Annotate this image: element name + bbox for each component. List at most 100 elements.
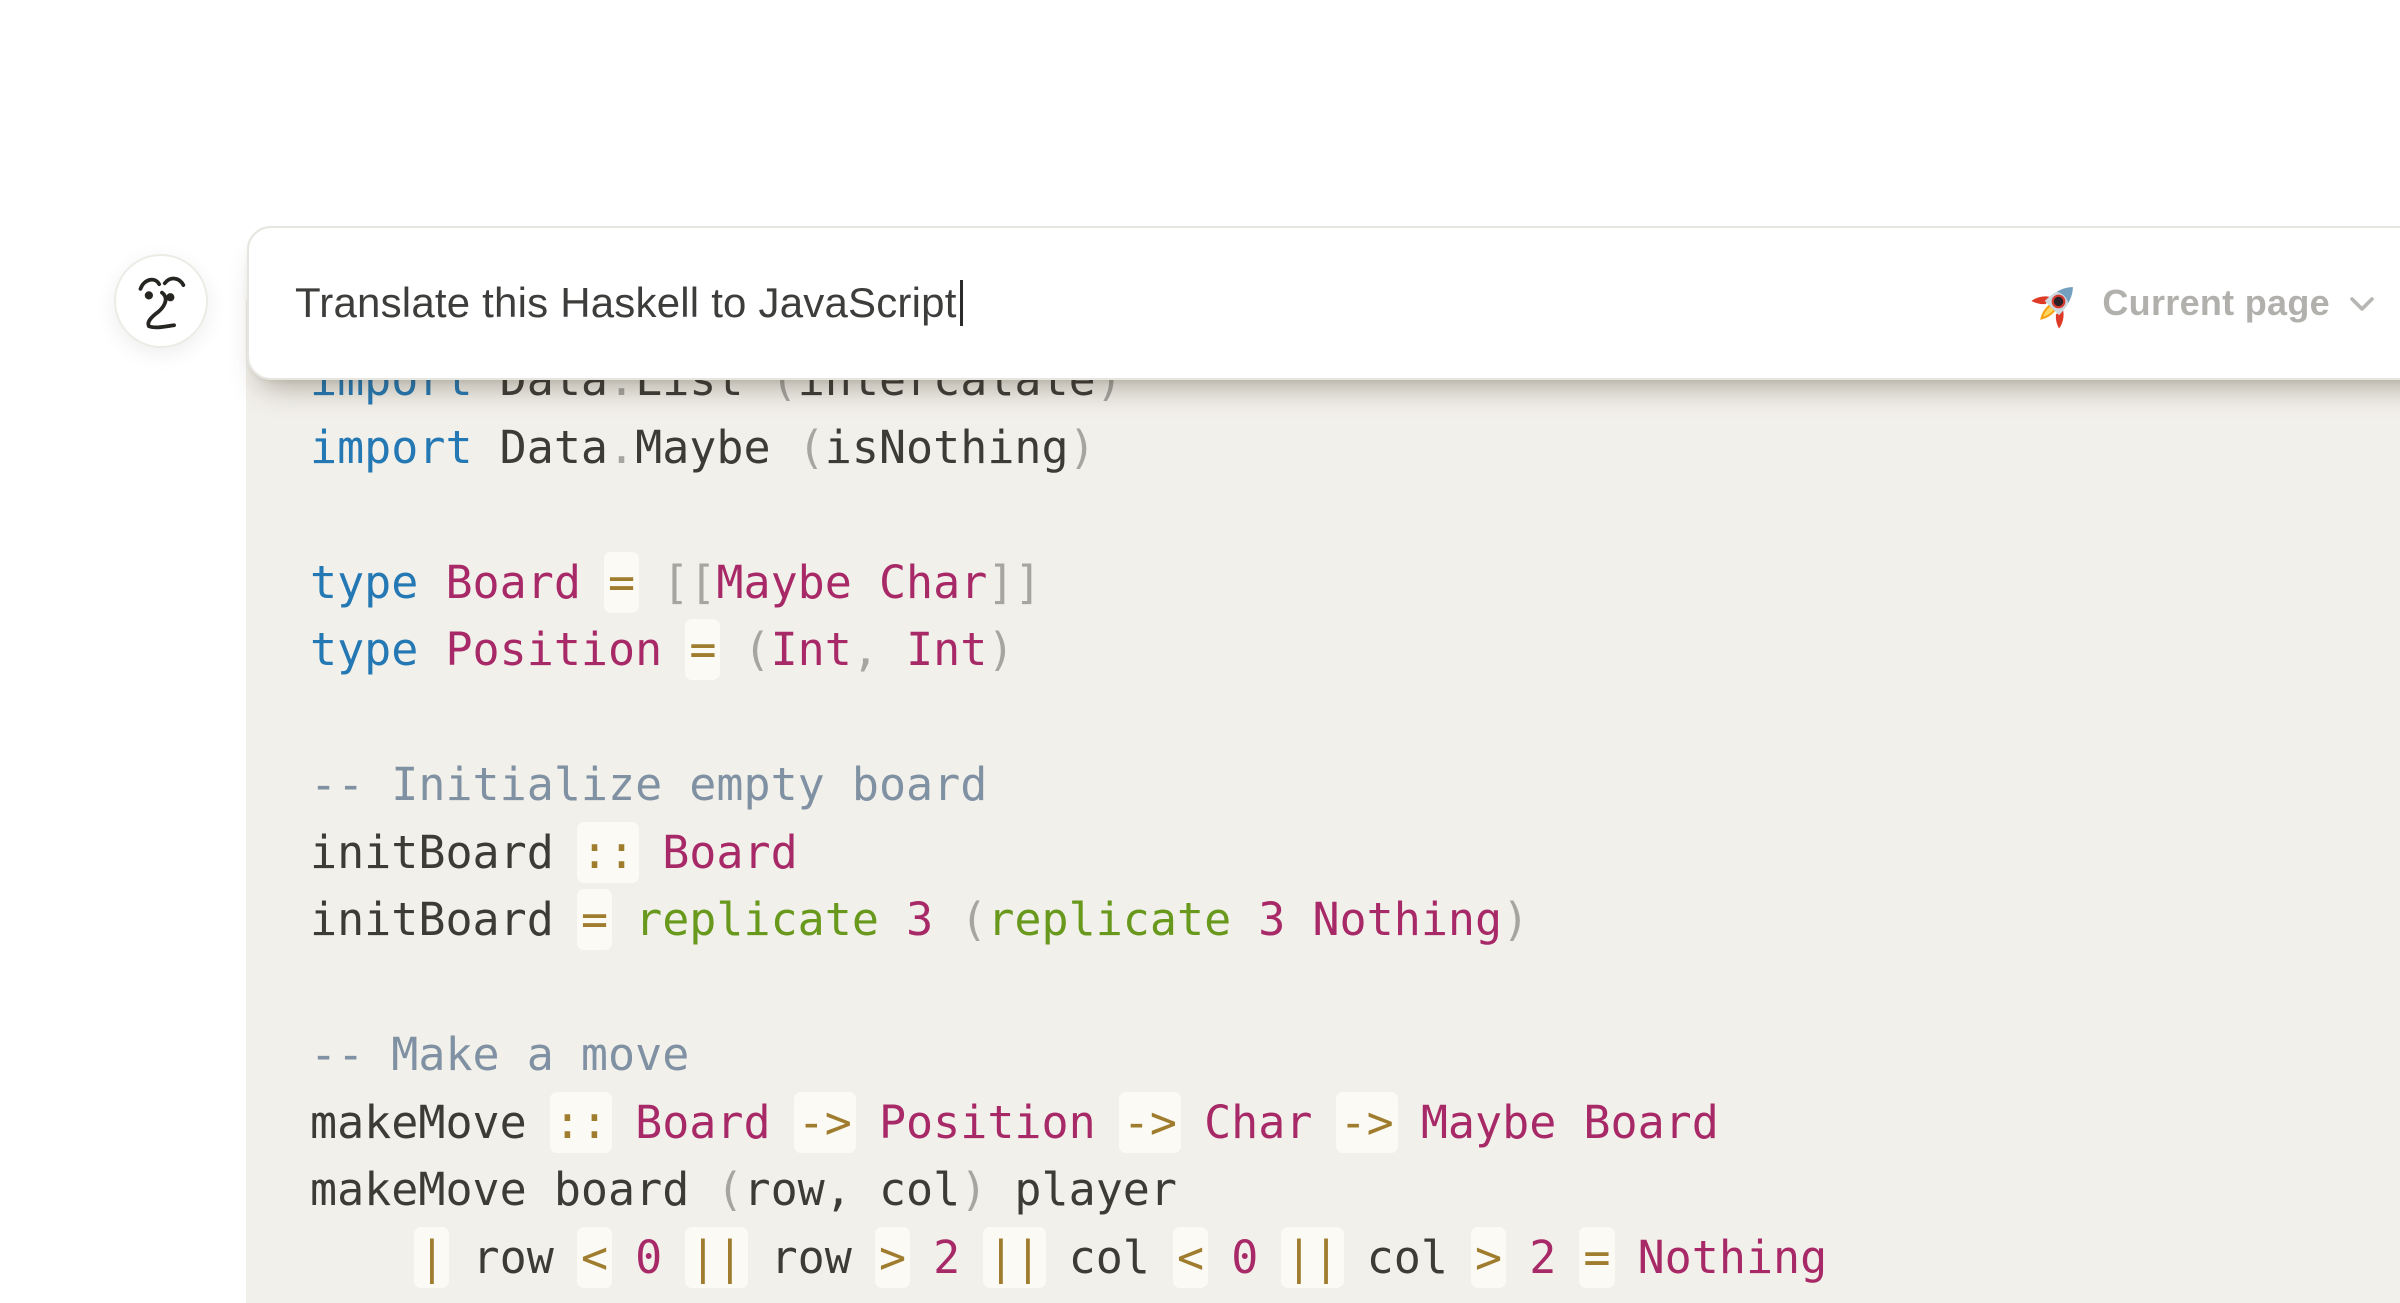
code-token-plain (1285, 893, 1312, 946)
code-token-plain (716, 623, 743, 676)
code-token-punc: ]] (987, 556, 1041, 609)
code-token-plain: Maybe (635, 421, 770, 474)
code-token-op: = (608, 556, 635, 609)
code-token-plain (879, 623, 906, 676)
code-token-punc: , (852, 623, 879, 676)
code-token-plain (608, 893, 635, 946)
code-token-op: = (689, 623, 716, 676)
code-token-plain (960, 1231, 987, 1284)
code-token-punc: ( (798, 421, 825, 474)
code-token-plain (1611, 1231, 1638, 1284)
code-token-punc: ( (716, 1163, 743, 1216)
code-token-plain (608, 1231, 635, 1284)
code-token-punc: . (608, 421, 635, 474)
code-token-punc: ) (1069, 421, 1096, 474)
code-token-plain: row (445, 1231, 580, 1284)
code-token-type: Position (445, 623, 662, 676)
rocket-icon (2031, 277, 2083, 329)
code-token-plain: player (987, 1163, 1177, 1216)
code-token-kw: type (310, 623, 418, 676)
code-token-plain (771, 1096, 798, 1149)
code-line: -- Make a move (310, 1021, 1827, 1089)
code-token-type: Int (771, 623, 852, 676)
code-token-plain (906, 1231, 933, 1284)
code-token-op: || (1285, 1231, 1339, 1284)
code-line: -- Initialize empty board (310, 751, 1827, 819)
scope-selector[interactable]: Current page (2031, 228, 2375, 378)
code-token-plain (1096, 1096, 1123, 1149)
code-line: import Data.Maybe (isNothing) (310, 414, 1827, 482)
code-token-op: || (987, 1231, 1041, 1284)
chevron-down-icon (2349, 296, 2375, 314)
code-token-plain (1312, 1096, 1339, 1149)
code-token-op: = (1583, 1231, 1610, 1284)
code-token-type: Board (635, 1096, 770, 1149)
code-token-num: 0 (1231, 1231, 1258, 1284)
code-token-plain: row, col (743, 1163, 960, 1216)
code-token-num: 0 (635, 1231, 662, 1284)
code-token-plain (418, 623, 445, 676)
code-token-plain (1204, 1231, 1231, 1284)
code-line: type Position = (Int, Int) (310, 616, 1827, 684)
code-token-type: Char (1204, 1096, 1312, 1149)
code-token-op: > (879, 1231, 906, 1284)
code-token-type: Nothing (1638, 1231, 1828, 1284)
code-token-plain (581, 556, 608, 609)
code-line: makeMove :: Board -> Position -> Char ->… (310, 1089, 1827, 1157)
code-line: makeMove board (row, col) player (310, 1156, 1827, 1224)
code-token-plain: initBoard (310, 826, 554, 879)
code-token-fn: replicate (635, 893, 879, 946)
code-token-plain (635, 826, 662, 879)
code-token-plain (1556, 1231, 1583, 1284)
code-token-kw: type (310, 556, 418, 609)
code-token-plain (473, 421, 500, 474)
code-token-comment: -- Make a move (310, 1028, 689, 1081)
code-token-plain: makeMove (310, 1096, 527, 1149)
code-token-num: 3 (906, 893, 933, 946)
code-token-plain (527, 1096, 554, 1149)
page: import Data.List (intercalate)import Dat… (0, 0, 2400, 1303)
code-token-plain (635, 556, 662, 609)
code-token-plain (310, 1231, 418, 1284)
code-token-op: -> (1340, 1096, 1394, 1149)
code-token-plain (879, 893, 906, 946)
doodle-face-icon (133, 271, 189, 331)
code-token-punc: [[ (662, 556, 716, 609)
scope-label: Current page (2102, 282, 2330, 324)
code-editor-pane[interactable]: import Data.List (intercalate)import Dat… (246, 300, 2400, 1303)
code-line (310, 954, 1827, 1022)
text-cursor-icon (960, 280, 963, 326)
code-token-plain (1231, 893, 1258, 946)
ai-prompt-bar: Translate this Haskell to JavaScript Cur… (247, 226, 2400, 380)
code-token-punc: ) (960, 1163, 987, 1216)
code-token-op: < (1177, 1231, 1204, 1284)
code-token-op: = (581, 893, 608, 946)
code-token-type: Board (1583, 1096, 1718, 1149)
code-token-plain: makeMove board (310, 1163, 716, 1216)
code-line (310, 684, 1827, 752)
code-token-plain (1258, 1231, 1285, 1284)
code-token-plain (662, 1231, 689, 1284)
code-token-num: 3 (1258, 893, 1285, 946)
code-token-type: Position (879, 1096, 1096, 1149)
code-token-plain (418, 556, 445, 609)
code-token-plain (1502, 1231, 1529, 1284)
code-token-type: Board (662, 826, 797, 879)
code-token-op: || (689, 1231, 743, 1284)
code-token-type: Nothing (1312, 893, 1502, 946)
prompt-input[interactable]: Translate this Haskell to JavaScript (295, 279, 963, 327)
code-token-plain: row (744, 1231, 879, 1284)
code-token-comment: -- Initialize empty board (310, 758, 987, 811)
code-token-type: Board (445, 556, 580, 609)
code-token-op: -> (798, 1096, 852, 1149)
code-token-punc: ( (744, 623, 771, 676)
code-line: initBoard :: Board (310, 819, 1827, 887)
code-token-plain (1394, 1096, 1421, 1149)
code-token-type: Maybe (716, 556, 851, 609)
code-token-kw: import (310, 421, 473, 474)
code-token-num: 2 (933, 1231, 960, 1284)
code-token-plain: col (1042, 1231, 1177, 1284)
assistant-avatar-button[interactable] (114, 254, 208, 348)
code-token-plain (662, 623, 689, 676)
code-token-num: 2 (1529, 1231, 1556, 1284)
